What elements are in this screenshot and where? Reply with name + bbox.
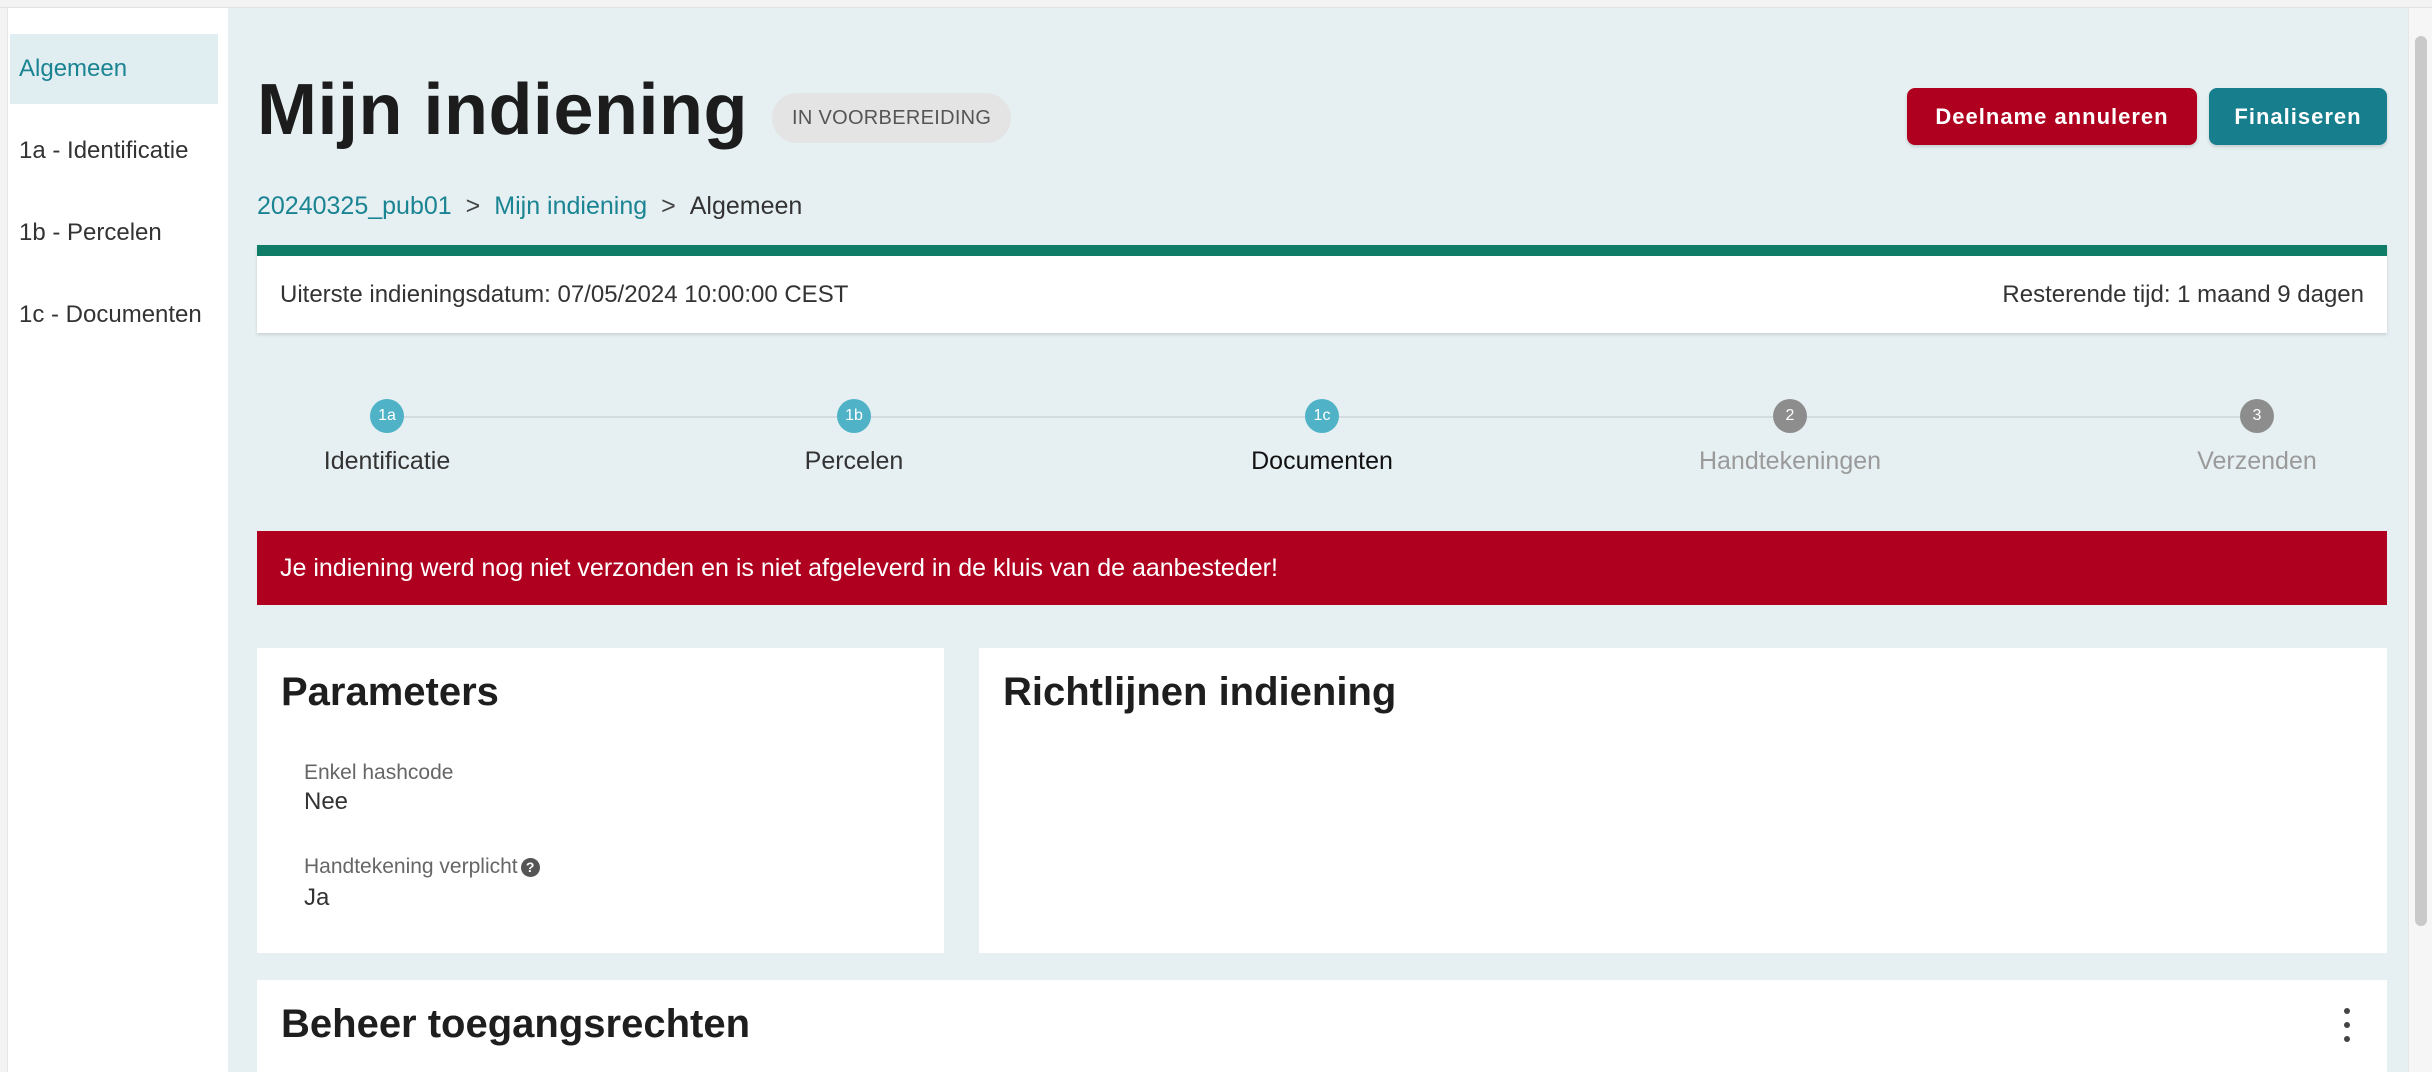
kebab-dot	[2344, 1036, 2350, 1042]
step-label: Handtekeningen	[1698, 447, 1882, 475]
kebab-dot	[2344, 1008, 2350, 1014]
step-badge: 2	[1773, 399, 1807, 433]
step-documenten[interactable]: 1c Documenten	[1192, 393, 1452, 476]
sidebar: Algemeen 1a - Identificatie 1b - Percele…	[8, 8, 228, 1072]
alert-text: Je indiening werd nog niet verzonden en …	[280, 553, 1278, 582]
breadcrumb-separator: >	[661, 192, 676, 220]
progress-stepper: 1a Identificatie 1b Percelen 1c Document…	[257, 393, 2387, 493]
guidelines-title: Richtlijnen indiening	[1003, 670, 1397, 714]
step-label: Verzenden	[2197, 447, 2317, 475]
param-label-hashcode: Enkel hashcode	[304, 761, 453, 785]
left-edge	[0, 8, 8, 1072]
warning-alert: Je indiening werd nog niet verzonden en …	[257, 531, 2387, 605]
parameters-title: Parameters	[281, 670, 499, 714]
sidebar-item-percelen[interactable]: 1b - Percelen	[10, 198, 218, 268]
step-percelen[interactable]: 1b Percelen	[724, 393, 984, 476]
step-verzenden[interactable]: 3 Verzenden	[2127, 393, 2387, 476]
question-circle-icon[interactable]: ?	[520, 857, 540, 877]
step-badge: 3	[2240, 399, 2274, 433]
breadcrumb-link-publication[interactable]: 20240325_pub01	[257, 192, 452, 221]
param-value-signature: Ja	[304, 884, 330, 911]
page-title: Mijn indiening	[257, 70, 748, 150]
param-label-text: Enkel hashcode	[304, 761, 454, 784]
step-label: Percelen	[804, 447, 904, 475]
breadcrumb: 20240325_pub01 > Mijn indiening > Algeme…	[257, 192, 802, 221]
kebab-dot	[2344, 1022, 2350, 1028]
sidebar-item-identificatie[interactable]: 1a - Identificatie	[10, 116, 218, 186]
finalize-button[interactable]: Finaliseren	[2209, 88, 2387, 145]
breadcrumb-current: Algemeen	[689, 192, 803, 220]
cancel-participation-button[interactable]: Deelname annuleren	[1907, 88, 2197, 145]
sidebar-item-documenten[interactable]: 1c - Documenten	[10, 280, 218, 350]
step-badge: 1b	[837, 399, 871, 433]
scrollbar-thumb[interactable]	[2415, 36, 2427, 926]
parameters-card: Parameters Enkel hashcode Nee Handtekeni…	[257, 648, 944, 953]
step-label: Documenten	[1251, 447, 1393, 475]
access-rights-title: Beheer toegangsrechten	[281, 1002, 751, 1046]
param-value-hashcode: Nee	[304, 788, 349, 815]
param-label-signature: Handtekening verplicht ?	[304, 855, 540, 879]
deadline-bar: Uiterste indieningsdatum: 07/05/2024 10:…	[257, 245, 2387, 333]
main-content: Mijn indiening IN VOORBEREIDING Deelname…	[228, 8, 2408, 1072]
deadline-date: Uiterste indieningsdatum: 07/05/2024 10:…	[280, 280, 849, 308]
step-badge: 1a	[370, 399, 404, 433]
step-label: Identificatie	[323, 447, 451, 475]
top-border	[0, 0, 2432, 8]
guidelines-card: Richtlijnen indiening	[979, 648, 2387, 953]
param-label-text: Handtekening verplicht	[304, 855, 518, 878]
kebab-menu-icon[interactable]	[2337, 1008, 2357, 1042]
access-rights-card: Beheer toegangsrechten	[257, 980, 2387, 1072]
step-identificatie[interactable]: 1a Identificatie	[257, 393, 517, 476]
breadcrumb-link-mijn-indiening[interactable]: Mijn indiening	[494, 192, 647, 221]
remaining-time: Resterende tijd: 1 maand 9 dagen	[2002, 280, 2364, 308]
step-handtekeningen[interactable]: 2 Handtekeningen	[1660, 393, 1920, 476]
step-badge: 1c	[1305, 399, 1339, 433]
vertical-scrollbar[interactable]	[2408, 8, 2432, 1072]
breadcrumb-separator: >	[465, 192, 481, 220]
sidebar-item-algemeen[interactable]: Algemeen	[10, 34, 218, 104]
status-badge: IN VOORBEREIDING	[772, 93, 1012, 143]
